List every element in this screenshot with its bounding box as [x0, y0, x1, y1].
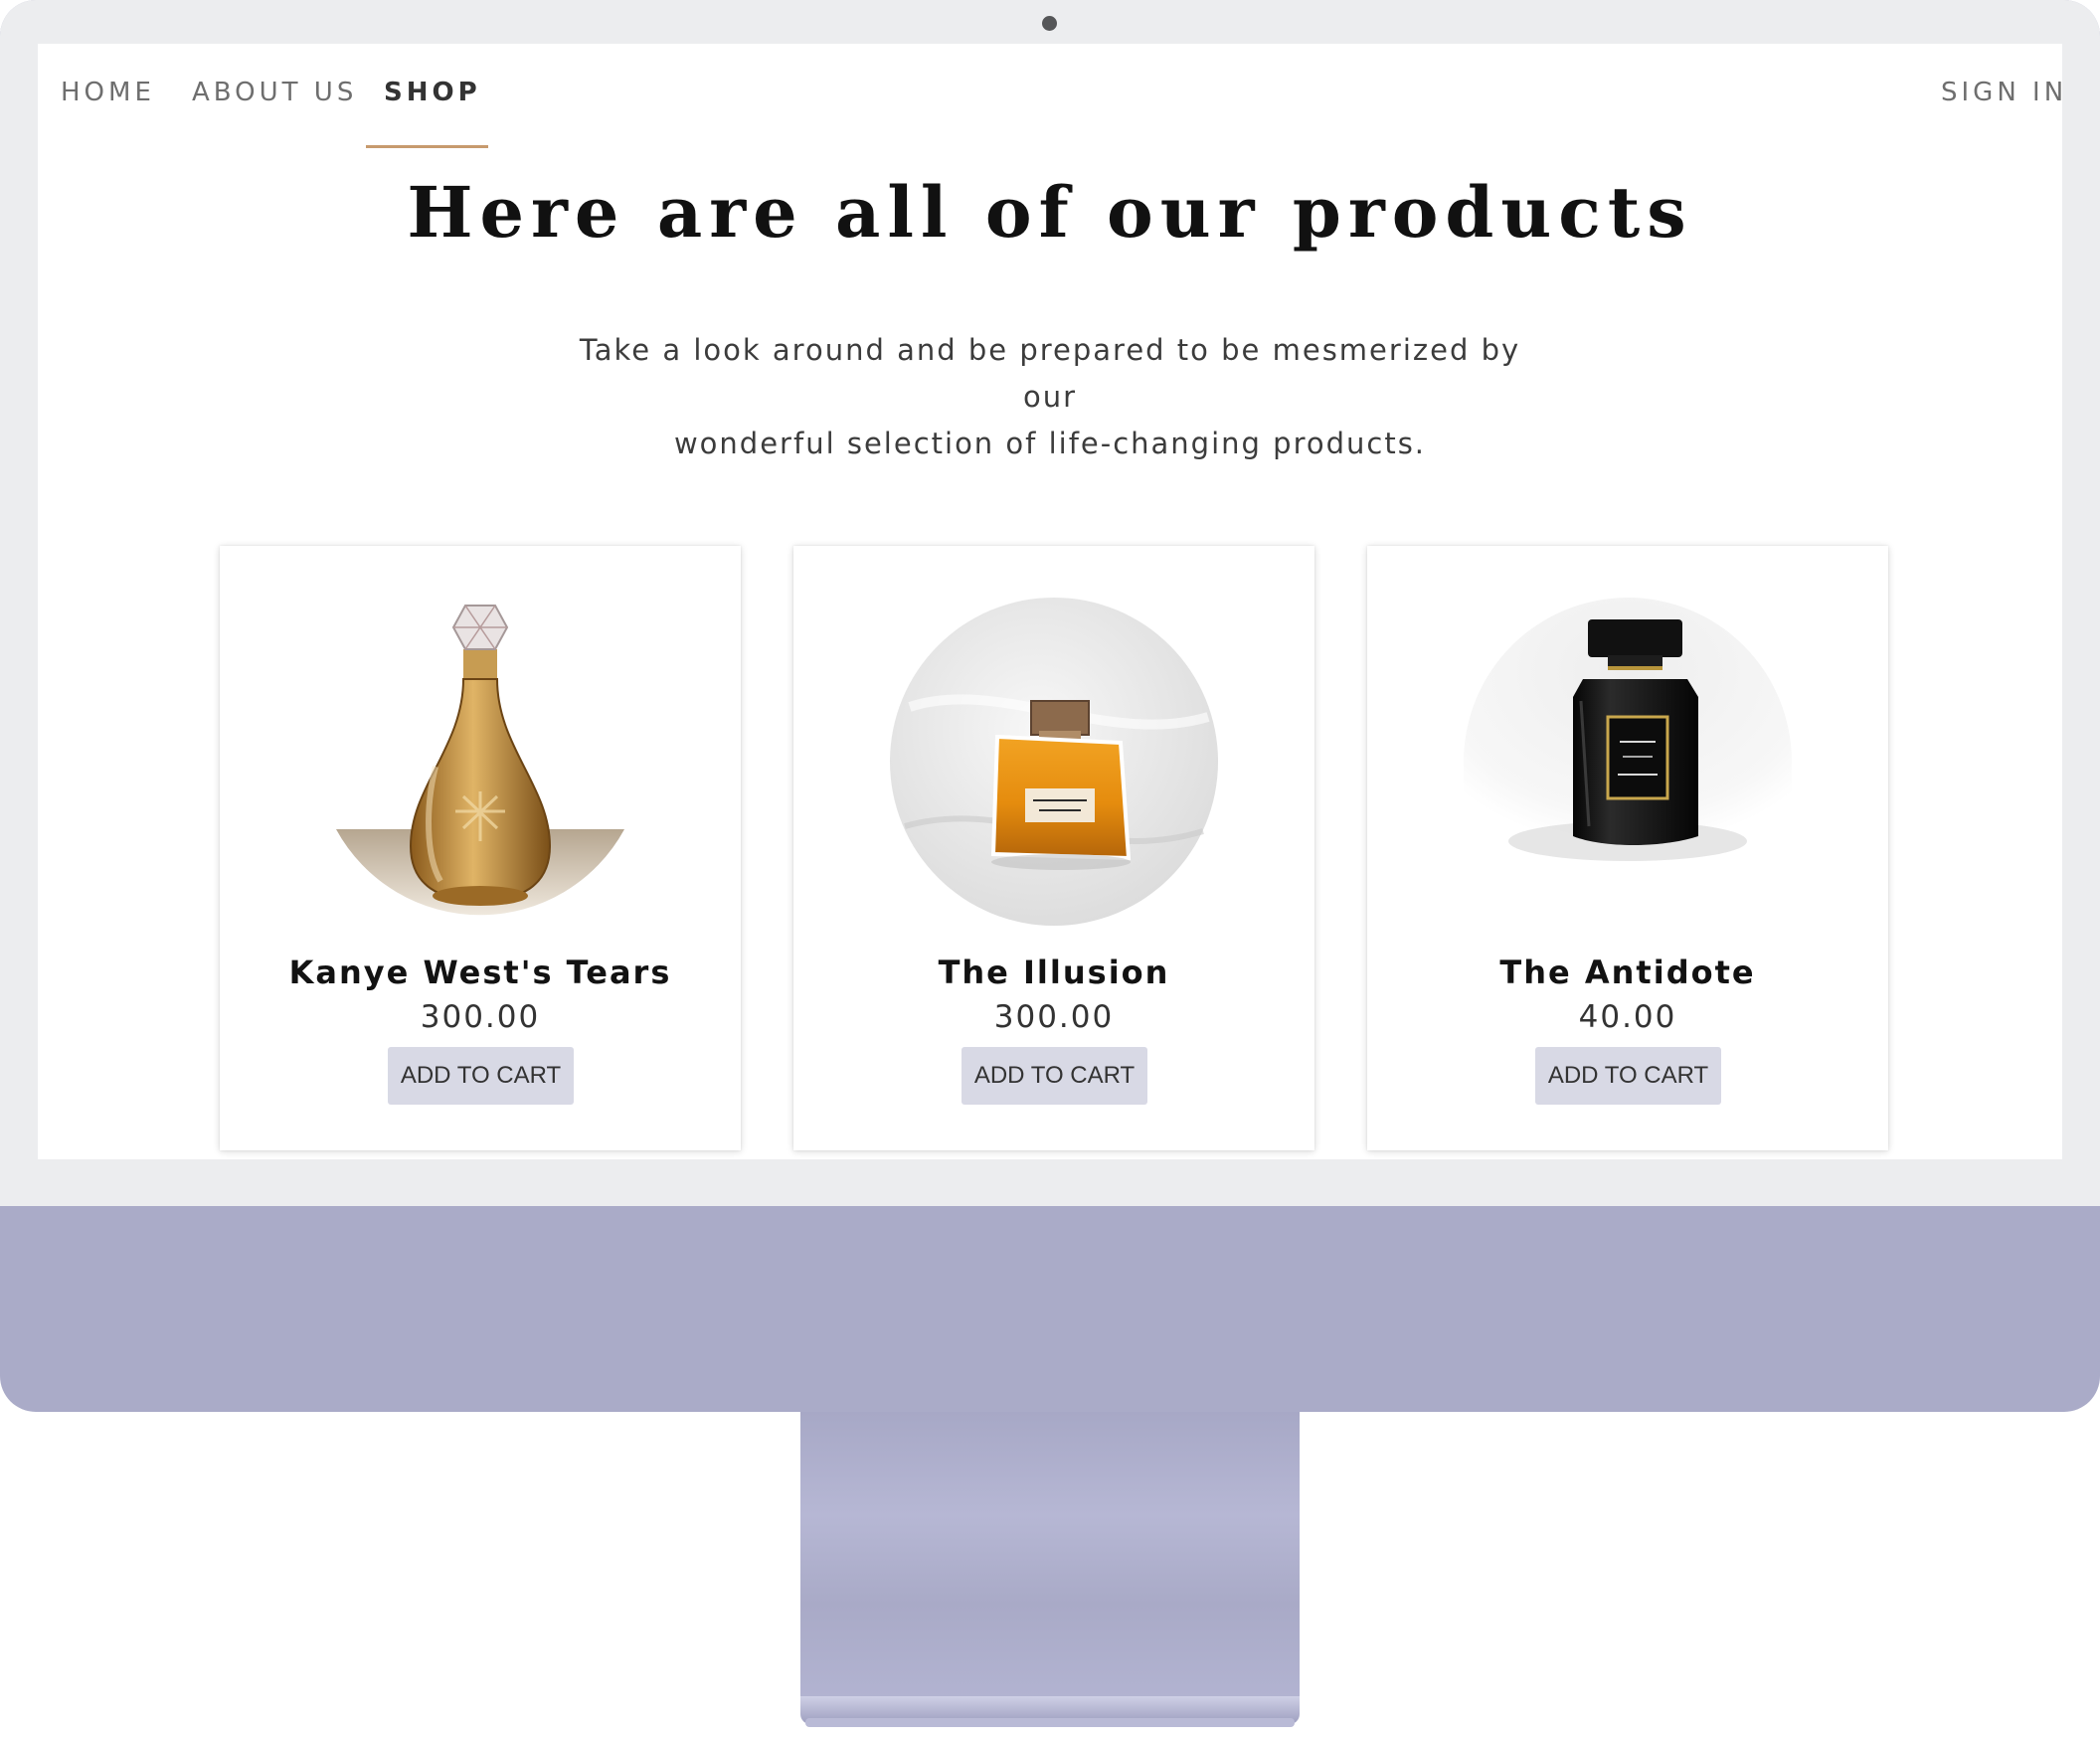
product-card: The Antidote 40.00 ADD TO CART: [1367, 546, 1888, 1150]
add-to-cart-button[interactable]: ADD TO CART: [1535, 1047, 1721, 1105]
monitor-frame: HOME ABOUT US SHOP SIGN IN Here are all …: [0, 0, 2100, 1412]
sign-in-link[interactable]: SIGN IN: [1941, 78, 2062, 107]
monitor-bezel: HOME ABOUT US SHOP SIGN IN Here are all …: [0, 0, 2100, 1206]
nav-home-link[interactable]: HOME: [61, 78, 155, 107]
nav-about-us-link[interactable]: ABOUT US: [192, 78, 357, 107]
product-name: Kanye West's Tears: [288, 954, 672, 991]
monitor-stand-foot: [805, 1718, 1295, 1727]
page-subtitle-line-1: Take a look around and be prepared to be…: [579, 333, 1521, 414]
product-image[interactable]: [316, 598, 644, 926]
product-card: The Illusion 300.00 ADD TO CART: [793, 546, 1314, 1150]
page-subtitle-line-2: wonderful selection of life-changing pro…: [673, 427, 1427, 460]
product-card: Kanye West's Tears 300.00 ADD TO CART: [220, 546, 741, 1150]
amber-glass-decanter-perfume-photo: [336, 605, 624, 916]
product-price: 300.00: [420, 999, 541, 1035]
product-name: The Antidote: [1499, 954, 1756, 991]
monitor-stand-neck: [800, 1412, 1300, 1708]
website-screen: HOME ABOUT US SHOP SIGN IN Here are all …: [38, 44, 2062, 1159]
nav-shop-link[interactable]: SHOP: [384, 78, 481, 107]
gold-perfume-bottle-on-white-silk-photo: [890, 598, 1218, 926]
active-nav-underline: [366, 145, 488, 148]
product-price: 40.00: [1578, 999, 1677, 1035]
product-price: 300.00: [993, 999, 1115, 1035]
product-name: The Illusion: [938, 954, 1170, 991]
product-image[interactable]: [1464, 598, 1792, 926]
black-perfume-bottle-photo: [1464, 598, 1792, 861]
add-to-cart-button[interactable]: ADD TO CART: [962, 1047, 1147, 1105]
product-image[interactable]: [890, 598, 1218, 926]
page-subtitle: Take a look around and be prepared to be…: [553, 327, 1547, 467]
page-title: Here are all of our products: [407, 171, 1693, 254]
camera-dot: [1042, 16, 1057, 31]
add-to-cart-button[interactable]: ADD TO CART: [388, 1047, 574, 1105]
